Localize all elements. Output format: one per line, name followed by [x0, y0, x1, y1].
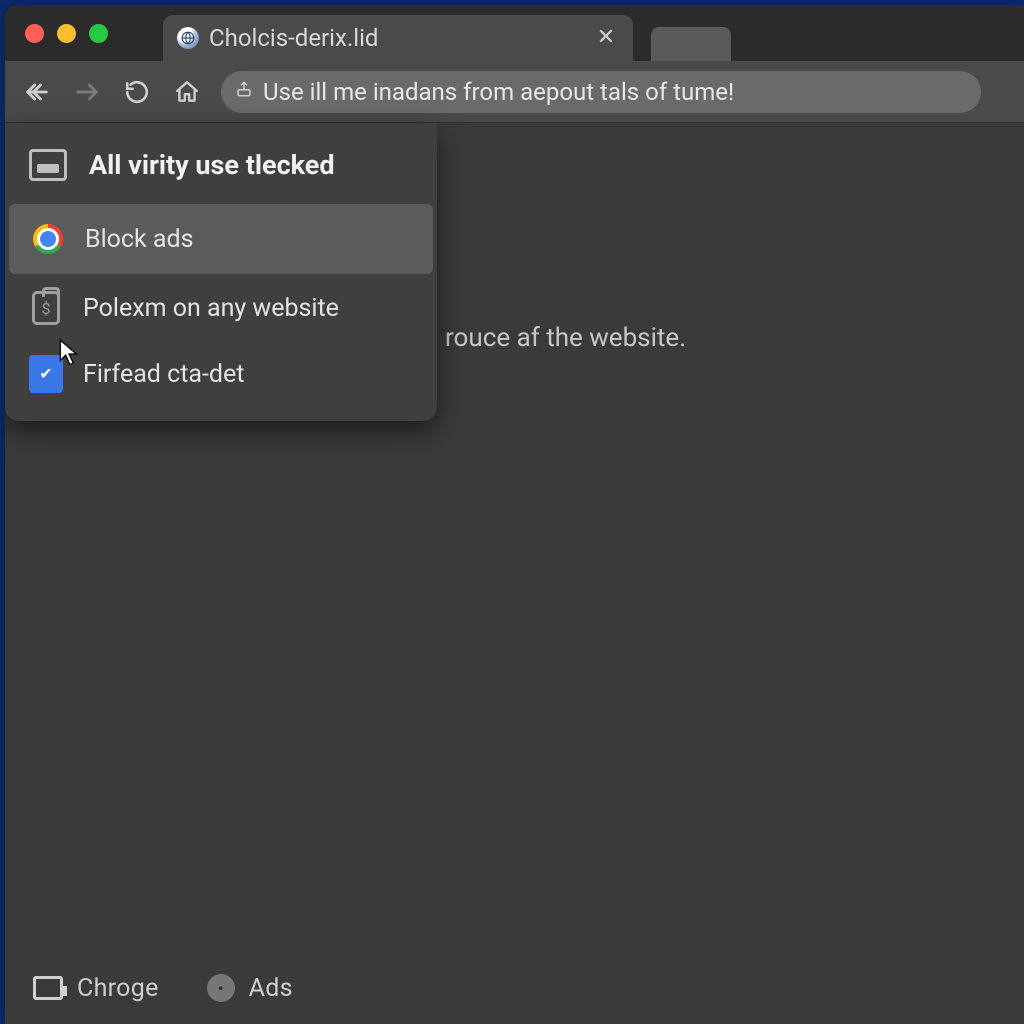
- close-window-button[interactable]: [25, 24, 44, 43]
- price-tag-icon: $: [29, 291, 63, 325]
- address-bar[interactable]: Use ill me inadans from aepout tals of t…: [221, 71, 981, 113]
- maximize-window-button[interactable]: [89, 24, 108, 43]
- menu-item-firfead[interactable]: ✔ Firfead cta-det: [5, 341, 437, 407]
- info-badge-icon: •: [207, 974, 235, 1002]
- close-tab-button[interactable]: ✕: [595, 27, 617, 49]
- globe-icon: [177, 27, 199, 49]
- menu-item-label: Block ads: [85, 225, 193, 254]
- page-content: rouce af the website. All virity use tle…: [5, 123, 1024, 1024]
- browser-window: Cholcis-derix.lid ✕ Use ill me inadans f…: [5, 5, 1024, 1024]
- bottom-item-chroge[interactable]: Chroge: [33, 974, 159, 1003]
- forward-button[interactable]: [71, 76, 103, 108]
- tab-title: Cholcis-derix.lid: [209, 24, 585, 52]
- inactive-tab[interactable]: [651, 27, 731, 61]
- back-button[interactable]: [21, 76, 53, 108]
- active-tab[interactable]: Cholcis-derix.lid ✕: [163, 15, 633, 61]
- dropdown-header: All virity use tlecked: [5, 123, 437, 203]
- chrome-icon: [31, 222, 65, 256]
- menu-item-block-ads[interactable]: Block ads: [9, 204, 433, 274]
- address-bar-text: Use ill me inadans from aepout tals of t…: [263, 78, 734, 106]
- panel-icon: [29, 149, 67, 181]
- bottom-item-label: Ads: [249, 974, 293, 1003]
- shield-check-icon: ✔: [29, 357, 63, 391]
- titlebar: Cholcis-derix.lid ✕: [5, 5, 1024, 61]
- reload-button[interactable]: [121, 76, 153, 108]
- page-body-text: rouce af the website.: [445, 323, 686, 353]
- tab-strip: Cholcis-derix.lid ✕: [163, 5, 731, 61]
- device-icon: [33, 976, 63, 1000]
- toolbar: Use ill me inadans from aepout tals of t…: [5, 61, 1024, 123]
- menu-item-label: Firfead cta-det: [83, 360, 244, 389]
- site-dropdown-menu: All virity use tlecked Block ads $ Polex…: [5, 123, 437, 421]
- window-controls: [25, 24, 108, 43]
- dropdown-header-text: All virity use tlecked: [89, 149, 335, 181]
- bottom-status-bar: Chroge • Ads: [5, 952, 1024, 1024]
- home-button[interactable]: [171, 76, 203, 108]
- menu-item-polexm[interactable]: $ Polexm on any website: [5, 275, 437, 341]
- minimize-window-button[interactable]: [57, 24, 76, 43]
- bottom-item-ads[interactable]: • Ads: [207, 974, 293, 1003]
- menu-item-label: Polexm on any website: [83, 294, 339, 323]
- bottom-item-label: Chroge: [77, 974, 159, 1003]
- site-info-icon[interactable]: [235, 80, 253, 103]
